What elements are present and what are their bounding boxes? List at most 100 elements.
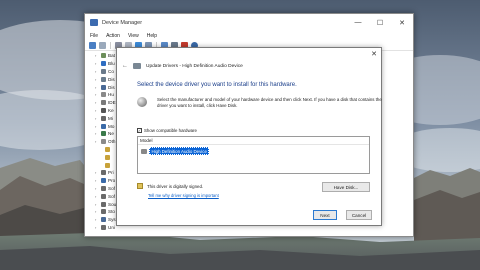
cancel-button[interactable]: Cancel — [346, 210, 372, 220]
tree-item-label: Dis — [108, 84, 115, 90]
tree-item-label: Ne — [108, 131, 114, 137]
chevron-right-icon[interactable]: › — [95, 170, 99, 175]
device-category-icon — [101, 224, 106, 230]
tree-item-label: Sof — [108, 193, 115, 199]
tree-item-label: Blu — [108, 61, 115, 67]
menu-bar: File Action View Help — [85, 31, 413, 40]
model-item-label[interactable]: High Definition Audio Device — [149, 147, 210, 155]
chevron-right-icon[interactable]: › — [95, 124, 99, 129]
dialog-title: Update Drivers - High Definition Audio D… — [146, 63, 243, 69]
tree-item-label: Mo — [108, 123, 115, 129]
device-category-icon — [101, 193, 106, 199]
chevron-right-icon[interactable]: › — [95, 131, 99, 136]
disk-icon — [137, 97, 147, 107]
menu-action[interactable]: Action — [106, 33, 120, 39]
tree-item-label: Hu — [108, 92, 114, 98]
tree-item-label: Bat — [108, 53, 115, 59]
have-disk-button[interactable]: Have Disk... — [322, 182, 370, 192]
chevron-right-icon[interactable]: › — [95, 225, 99, 230]
tree-item-label: Oth — [108, 139, 116, 145]
back-arrow-icon[interactable] — [89, 41, 96, 49]
certificate-icon — [137, 183, 143, 189]
device-category-icon — [101, 209, 106, 215]
dialog-description: Select the manufacturer and model of you… — [157, 97, 382, 108]
back-arrow-icon[interactable]: ← — [122, 63, 128, 69]
tree-item-label: Pro — [108, 178, 116, 184]
dialog-header: ← Update Drivers - High Definition Audio… — [122, 63, 243, 69]
chevron-right-icon[interactable]: › — [95, 85, 99, 90]
chevron-right-icon[interactable]: › — [95, 108, 99, 113]
chevron-right-icon[interactable]: › — [95, 100, 99, 105]
chevron-right-icon[interactable]: › — [95, 217, 99, 222]
device-category-icon — [101, 217, 106, 223]
tree-item-label: Ke — [108, 107, 114, 113]
menu-view[interactable]: View — [128, 33, 139, 39]
device-category-icon — [101, 84, 106, 90]
chevron-right-icon[interactable]: › — [95, 53, 99, 58]
tree-item-label: IDE — [108, 100, 116, 106]
chevron-right-icon[interactable]: › — [95, 116, 99, 121]
device-category-icon — [105, 162, 110, 168]
device-category-icon — [101, 61, 106, 67]
tree-item-label: Sof — [108, 185, 115, 191]
chevron-right-icon[interactable]: › — [95, 202, 99, 207]
chevron-right-icon[interactable]: › — [95, 77, 99, 82]
show-compatible-row[interactable]: ✓ Show compatible hardware — [137, 128, 197, 133]
device-category-icon — [101, 170, 106, 176]
device-category-icon — [101, 53, 106, 59]
next-button[interactable]: Next — [313, 210, 337, 220]
device-category-icon — [101, 131, 106, 137]
dialog-heading: Select the device driver you want to ins… — [137, 82, 297, 88]
device-category-icon — [101, 92, 106, 98]
tree-item-label: Dis — [108, 76, 115, 82]
audio-device-icon — [141, 148, 147, 154]
show-compatible-checkbox[interactable]: ✓ — [137, 128, 142, 133]
tree-item-label: Co — [108, 68, 114, 74]
device-category-icon — [101, 139, 106, 145]
close-button[interactable]: ✕ — [391, 14, 413, 31]
tree-item-label: Pri — [108, 170, 114, 176]
model-list[interactable]: Model High Definition Audio Device — [137, 136, 370, 174]
chevron-right-icon[interactable]: › — [95, 186, 99, 191]
window-title: Device Manager — [102, 19, 143, 26]
device-category-icon — [101, 178, 106, 184]
title-bar[interactable]: Device Manager — ☐ ✕ — [85, 14, 413, 31]
chevron-right-icon[interactable]: › — [95, 178, 99, 183]
update-drivers-dialog: ✕ ← Update Drivers - High Definition Aud… — [116, 47, 382, 226]
menu-file[interactable]: File — [90, 33, 98, 39]
tree-item-label: Sou — [108, 201, 117, 207]
toolbar-separator — [110, 41, 111, 49]
tree-item-label: Sto — [108, 209, 115, 215]
signing-info-link[interactable]: Tell me why driver signing is important — [148, 193, 219, 198]
chevron-right-icon[interactable]: › — [95, 209, 99, 214]
menu-help[interactable]: Help — [147, 33, 157, 39]
chevron-right-icon[interactable]: › — [95, 61, 99, 66]
device-category-icon — [105, 154, 110, 160]
list-item[interactable]: High Definition Audio Device — [141, 147, 369, 155]
signed-text: This driver is digitally signed. — [147, 183, 204, 189]
device-category-icon — [105, 146, 110, 152]
device-category-icon — [101, 185, 106, 191]
device-category-icon — [101, 68, 106, 74]
device-category-icon — [101, 76, 106, 82]
maximize-button[interactable]: ☐ — [369, 14, 391, 31]
device-category-icon — [101, 115, 106, 121]
device-manager-icon — [90, 19, 98, 26]
minimize-button[interactable]: — — [347, 14, 369, 31]
audio-device-icon — [133, 63, 141, 69]
chevron-right-icon[interactable]: › — [95, 92, 99, 97]
show-compatible-label[interactable]: Show compatible hardware — [144, 128, 197, 133]
device-category-icon — [101, 107, 106, 113]
tree-item-label: Uni — [108, 224, 115, 230]
tree-item-label: Mi — [108, 115, 113, 121]
model-column-header: Model — [138, 137, 369, 145]
device-category-icon — [101, 201, 106, 207]
chevron-right-icon[interactable]: › — [95, 139, 99, 144]
tree-item-label: Sys — [108, 217, 116, 223]
chevron-right-icon[interactable]: › — [95, 69, 99, 74]
forward-arrow-icon[interactable] — [99, 41, 106, 49]
device-category-icon — [101, 100, 106, 106]
dialog-close-button[interactable]: ✕ — [367, 48, 381, 60]
chevron-right-icon[interactable]: › — [95, 194, 99, 199]
signed-status: This driver is digitally signed. — [137, 183, 203, 189]
